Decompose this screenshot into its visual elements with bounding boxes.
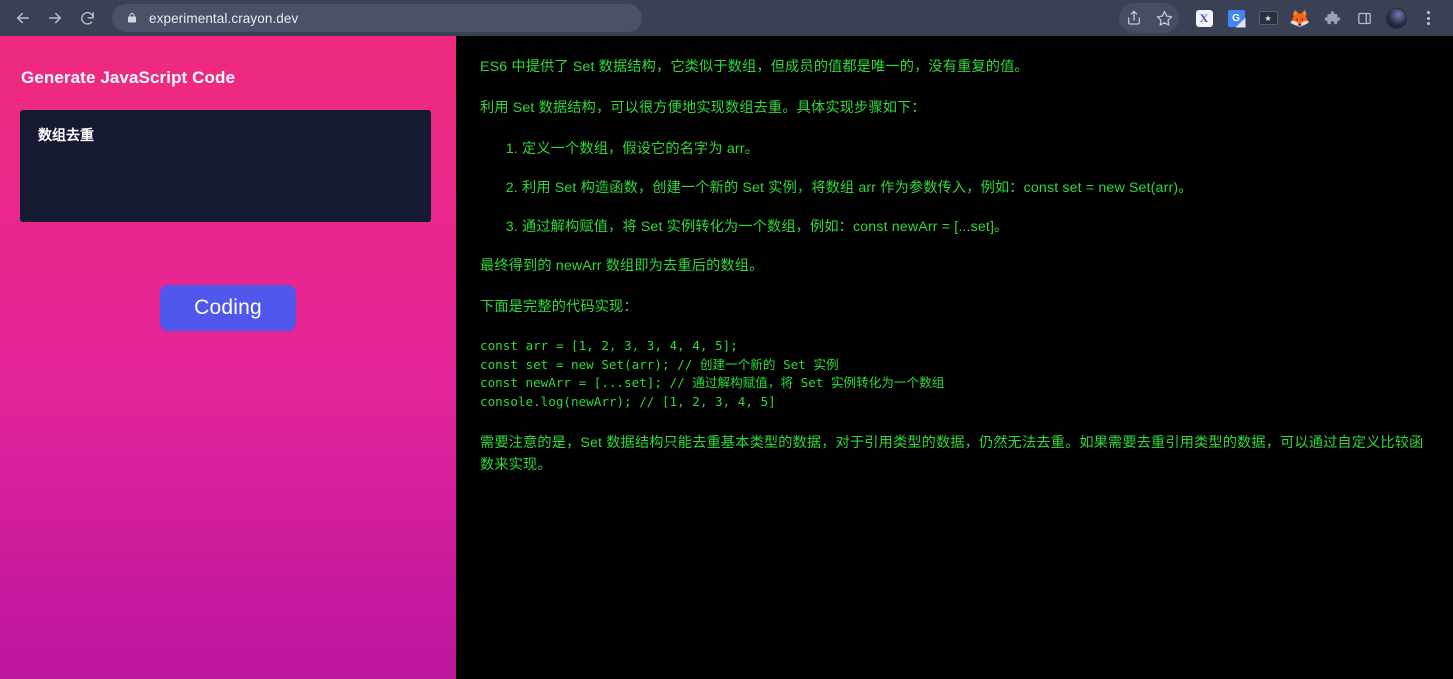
sidebar-glyph — [1357, 12, 1371, 24]
card-extension-glyph: ★ — [1258, 11, 1278, 25]
arrow-left-icon — [17, 12, 29, 24]
share-icon[interactable] — [1119, 3, 1149, 33]
browser-toolbar: experimental.crayon.dev X G ★ 🦊 — [0, 0, 1453, 36]
share-bookmark-group — [1119, 3, 1179, 33]
output-steps-list: 定义一个数组，假设它的名字为 arr。 利用 Set 构造函数，创建一个新的 S… — [480, 138, 1435, 238]
generator-panel: Generate JavaScript Code Coding — [0, 36, 456, 679]
fox-glyph: 🦊 — [1289, 8, 1311, 28]
reload-icon — [80, 11, 94, 25]
google-translate-icon[interactable]: G — [1221, 3, 1251, 33]
x-extension-icon[interactable]: X — [1189, 3, 1219, 33]
profile-avatar-icon[interactable] — [1381, 3, 1411, 33]
page-title: Generate JavaScript Code — [21, 68, 236, 87]
output-intro: ES6 中提供了 Set 数据结构，它类似于数组，但成员的值都是唯一的，没有重复… — [480, 59, 1029, 75]
toolbar-right-actions: X G ★ 🦊 — [1119, 3, 1445, 33]
menu-dots — [1426, 11, 1430, 25]
list-item: 定义一个数组，假设它的名字为 arr。 — [522, 138, 1435, 160]
puzzle-extensions-icon[interactable] — [1317, 3, 1347, 33]
sidebar-toggle-icon[interactable] — [1349, 3, 1379, 33]
list-item: 通过解构赋值，将 Set 实例转化为一个数组，例如：const newArr =… — [522, 216, 1435, 238]
output-code-lead: 下面是完整的代码实现： — [480, 299, 638, 315]
output-lead: 利用 Set 数据结构，可以很方便地实现数组去重。具体实现步骤如下： — [480, 100, 926, 116]
output-panel: ES6 中提供了 Set 数据结构，它类似于数组，但成员的值都是唯一的，没有重复… — [456, 36, 1453, 679]
x-extension-glyph: X — [1195, 9, 1213, 27]
action-row: Coding — [20, 285, 436, 331]
back-button[interactable] — [8, 3, 38, 33]
forward-button[interactable] — [40, 3, 70, 33]
star-icon[interactable] — [1149, 3, 1179, 33]
code-block: const arr = [1, 2, 3, 3, 4, 4, 5]; const… — [480, 338, 945, 409]
puzzle-glyph — [1324, 11, 1341, 25]
reload-button[interactable] — [72, 3, 102, 33]
arrow-right-icon — [49, 12, 61, 24]
prompt-input[interactable] — [20, 110, 431, 222]
google-translate-glyph: G — [1227, 9, 1245, 27]
page-body: Generate JavaScript Code Coding ES6 中提供了… — [0, 36, 1453, 679]
avatar — [1385, 7, 1407, 29]
card-extension-icon[interactable]: ★ — [1253, 3, 1283, 33]
lock-icon — [126, 12, 138, 24]
url-text: experimental.crayon.dev — [149, 10, 299, 26]
firefox-extension-icon[interactable]: 🦊 — [1285, 3, 1315, 33]
list-item: 利用 Set 构造函数，创建一个新的 Set 实例，将数组 arr 作为参数传入… — [522, 177, 1435, 199]
output-result-note: 最终得到的 newArr 数组即为去重后的数组。 — [480, 258, 764, 274]
three-dot-menu-icon[interactable] — [1413, 3, 1443, 33]
output-caveat: 需要注意的是，Set 数据结构只能去重基本类型的数据，对于引用类型的数据，仍然无… — [480, 434, 1424, 473]
address-bar[interactable]: experimental.crayon.dev — [112, 4, 642, 32]
coding-button[interactable]: Coding — [160, 285, 296, 331]
